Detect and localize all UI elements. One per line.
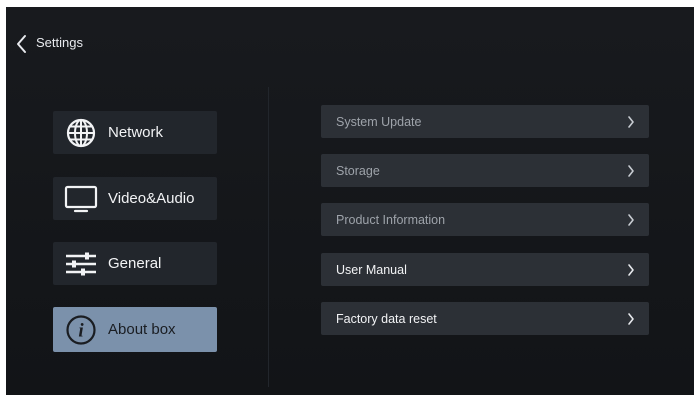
top-bar: Settings <box>6 7 694 77</box>
sidebar-item-label: Network <box>108 123 164 141</box>
page-title: Settings <box>36 35 83 50</box>
menu-item-label: Factory data reset <box>336 311 437 326</box>
sidebar-item-network[interactable]: Network <box>53 111 217 154</box>
chevron-right-icon <box>628 164 634 177</box>
chevron-left-icon <box>17 35 26 53</box>
chevron-right-icon <box>628 263 634 276</box>
menu-item-label: Product Information <box>336 212 446 227</box>
sidebar-item-label: Video&Audio <box>108 189 195 207</box>
menu-item-storage[interactable]: Storage <box>321 154 649 187</box>
globe-icon <box>64 116 98 150</box>
chevron-right-icon <box>628 115 634 128</box>
menu-item-factory-data-reset[interactable]: Factory data reset <box>321 302 649 335</box>
sidebar-item-label: About box <box>108 320 176 338</box>
sliders-icon <box>64 247 98 281</box>
panel-divider <box>268 87 269 387</box>
sidebar-item-general[interactable]: General <box>53 242 217 285</box>
menu-item-system-update[interactable]: System Update <box>321 105 649 138</box>
sidebar-item-about-box[interactable]: i About box <box>53 307 217 352</box>
svg-text:i: i <box>78 320 84 341</box>
monitor-icon <box>64 182 98 216</box>
menu-item-label: Storage <box>336 163 380 178</box>
menu-item-user-manual[interactable]: User Manual <box>321 253 649 286</box>
settings-screen: Settings Network Video&Audio General i A… <box>6 7 694 395</box>
chevron-right-icon <box>628 312 634 325</box>
info-icon: i <box>64 313 98 347</box>
chevron-right-icon <box>628 213 634 226</box>
menu-item-product-information[interactable]: Product Information <box>321 203 649 236</box>
sidebar-item-label: General <box>108 254 162 272</box>
menu-item-label: User Manual <box>336 262 407 277</box>
menu-item-label: System Update <box>336 114 422 129</box>
back-button[interactable] <box>14 33 30 55</box>
sidebar-item-video-audio[interactable]: Video&Audio <box>53 177 217 220</box>
